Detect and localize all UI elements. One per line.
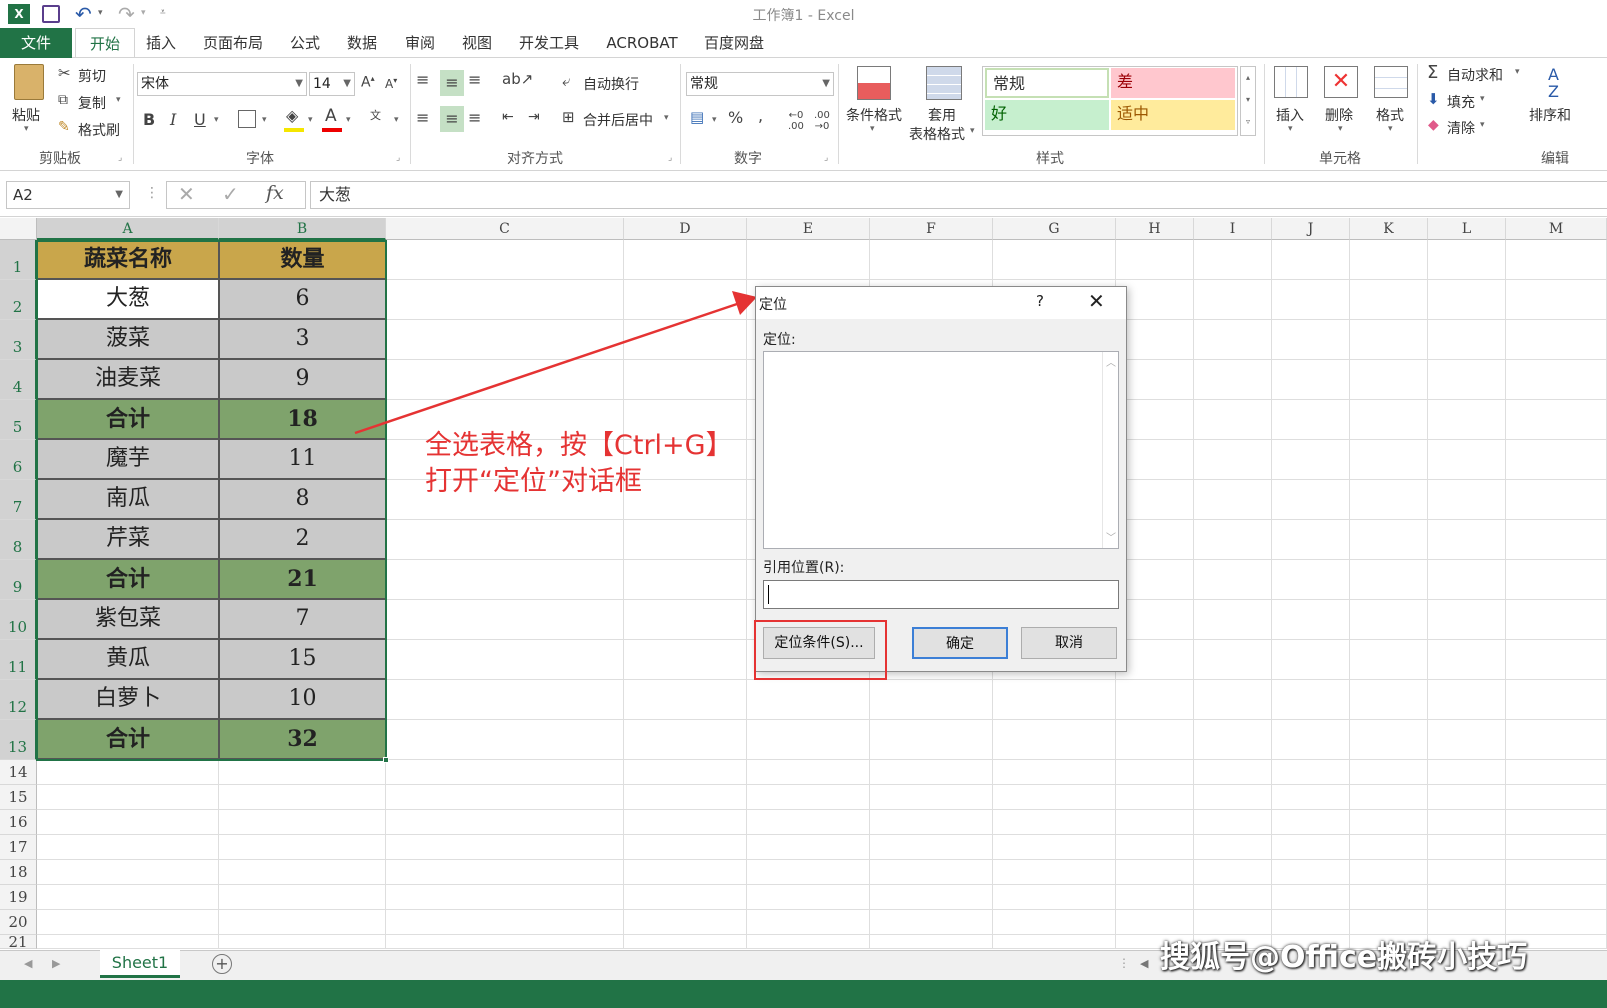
sheet-tab-sheet1[interactable]: Sheet1	[100, 950, 180, 978]
goto-list[interactable]: ︿ ﹀	[763, 351, 1119, 549]
next-sheet-icon[interactable]: ▶	[52, 957, 60, 970]
highlight-box	[754, 620, 887, 680]
annotation-text: 全选表格，按【Ctrl+G】 打开“定位”对话框	[425, 428, 733, 500]
goto-dialog: 定位 ? ✕ 定位: ︿ ﹀ 引用位置(R): 定位条件(S)... 确定 取消	[754, 286, 1127, 680]
reference-label: 引用位置(R):	[763, 560, 845, 576]
help-icon[interactable]: ?	[1036, 292, 1044, 310]
reference-input[interactable]	[763, 580, 1119, 609]
dialog-titlebar: 定位 ? ✕	[756, 287, 1126, 319]
ok-button[interactable]: 确定	[912, 627, 1008, 659]
annotation-line-1: 全选表格，按【Ctrl+G】	[425, 430, 733, 461]
scroll-down-icon[interactable]: ﹀	[1106, 529, 1116, 544]
dialog-title: 定位	[759, 297, 787, 313]
watermark: 搜狐号@Office搬砖小技巧	[1160, 940, 1528, 975]
scroll-up-icon[interactable]: ︿	[1106, 354, 1116, 369]
tab-split-handle-icon[interactable]: ⋮	[1118, 956, 1130, 970]
goto-list-scrollbar[interactable]: ︿ ﹀	[1102, 352, 1118, 548]
goto-list-label: 定位:	[763, 332, 796, 348]
scroll-left-icon[interactable]: ◀	[1140, 957, 1148, 970]
add-sheet-icon[interactable]: +	[212, 954, 232, 974]
cancel-button[interactable]: 取消	[1021, 627, 1117, 659]
status-bar	[0, 980, 1607, 1008]
text-cursor	[768, 585, 769, 604]
prev-sheet-icon[interactable]: ◀	[24, 957, 32, 970]
close-icon[interactable]: ✕	[1088, 289, 1105, 313]
annotation-line-2: 打开“定位”对话框	[425, 466, 642, 497]
